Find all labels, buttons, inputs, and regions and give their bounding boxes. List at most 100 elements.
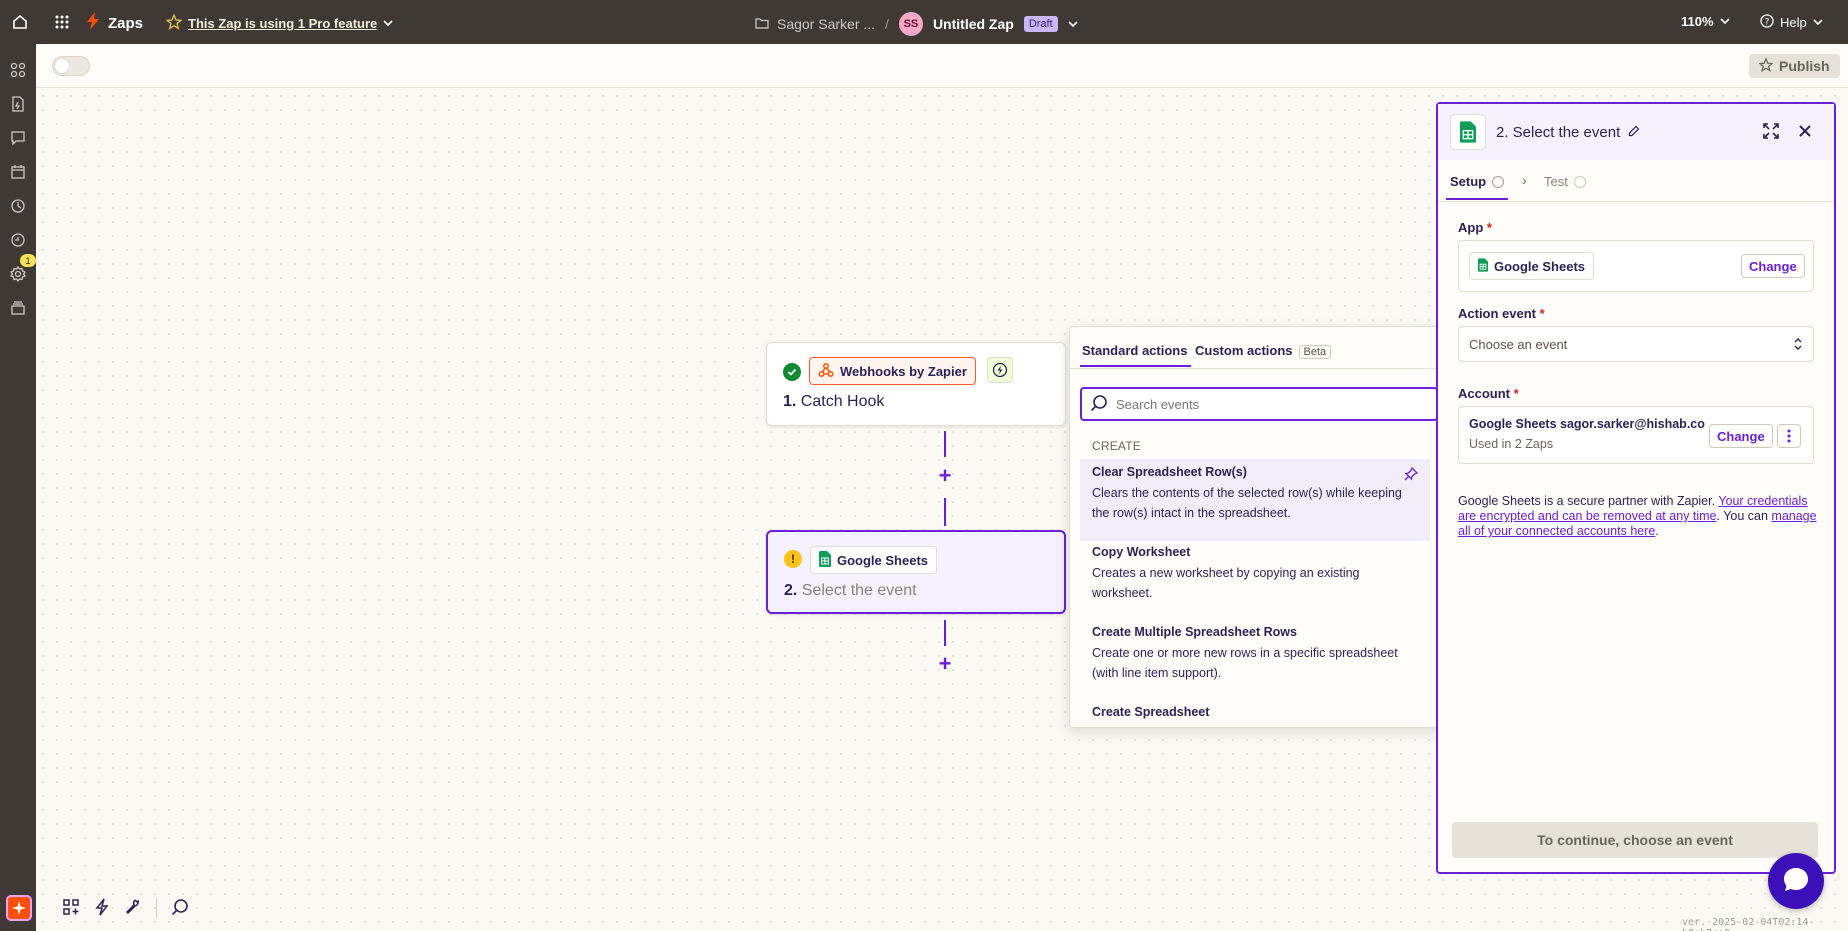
action-event-select[interactable]: Choose an event — [1458, 326, 1814, 362]
layers-icon[interactable] — [8, 298, 28, 318]
panel-title[interactable]: 2. Select the event — [1496, 124, 1640, 141]
help-menu[interactable]: ? Help — [1760, 14, 1823, 31]
connector-line — [944, 620, 946, 646]
google-sheets-icon — [1450, 114, 1486, 150]
event-list: CREATE Clear Spreadsheet Row(s) Clears t… — [1070, 431, 1436, 727]
home-icon[interactable] — [8, 10, 32, 34]
star-icon — [165, 13, 183, 33]
pin-icon[interactable] — [1404, 466, 1419, 484]
star-icon — [1758, 56, 1774, 75]
continue-button[interactable]: To continue, choose an event — [1452, 822, 1818, 858]
panel-header: 2. Select the event — [1438, 104, 1834, 160]
add-step-button[interactable]: + — [936, 465, 954, 487]
step2-app-name: Google Sheets — [837, 552, 929, 568]
google-sheets-icon — [1478, 257, 1488, 275]
change-account-button[interactable]: Change — [1709, 424, 1773, 448]
left-rail: 1 — [0, 44, 36, 931]
app-field: Google Sheets Change — [1458, 240, 1814, 292]
chat-bubble-icon — [1781, 865, 1811, 898]
step-card-trigger[interactable]: Webhooks by Zapier 1. Catch Hook — [766, 342, 1066, 426]
tab-test[interactable]: Test — [1544, 174, 1586, 189]
copilot-icon[interactable] — [6, 895, 32, 921]
security-notice-text: . — [1655, 524, 1659, 538]
selected-app-chip: Google Sheets — [1469, 252, 1595, 280]
chat-icon[interactable] — [8, 128, 28, 148]
event-option-desc: Create one or more new rows in a specifi… — [1092, 646, 1398, 680]
folder-link[interactable]: Sagor Sarker ... — [755, 16, 875, 32]
chevron-down-icon[interactable] — [1068, 16, 1078, 32]
wrench-icon[interactable] — [124, 898, 142, 919]
event-option[interactable]: Create Spreadsheet — [1080, 699, 1430, 727]
publish-button[interactable]: Publish — [1749, 54, 1840, 78]
app-field-label: App * — [1458, 220, 1492, 235]
zoom-control[interactable]: 110% — [1681, 14, 1730, 29]
chevron-down-icon — [1719, 14, 1730, 29]
avatar[interactable]: SS — [898, 12, 923, 36]
settings-icon[interactable] — [8, 264, 28, 284]
account-field: Google Sheets sagor.sarker@hishab.co Use… — [1458, 406, 1814, 464]
action-event-label-text: Action event — [1458, 306, 1537, 321]
expand-icon[interactable] — [1762, 122, 1780, 143]
required-mark: * — [1513, 386, 1519, 401]
publish-label: Publish — [1779, 58, 1830, 74]
help-label: Help — [1780, 15, 1807, 30]
change-app-button[interactable]: Change — [1741, 254, 1805, 278]
section-header-create: CREATE — [1092, 439, 1141, 453]
event-option[interactable]: Copy Worksheet Creates a new worksheet b… — [1080, 539, 1430, 609]
event-option-title: Create Multiple Spreadsheet Rows — [1092, 625, 1297, 639]
tab-setup-label: Setup — [1450, 174, 1487, 189]
incomplete-status-icon — [1492, 175, 1505, 188]
account-label-text: Account — [1458, 386, 1510, 401]
add-step-button[interactable]: + — [936, 653, 954, 675]
bolt-icon[interactable] — [94, 898, 110, 919]
close-icon[interactable] — [1796, 122, 1814, 143]
clock-icon[interactable] — [8, 196, 28, 216]
security-notice: Google Sheets is a secure partner with Z… — [1458, 494, 1818, 539]
chevron-down-icon — [383, 16, 393, 31]
add-app-grid-icon[interactable] — [62, 898, 80, 919]
event-search-box[interactable] — [1080, 387, 1438, 421]
more-options-icon[interactable] — [1777, 424, 1801, 448]
zap-on-off-toggle[interactable] — [52, 56, 90, 76]
connector-line — [944, 431, 946, 457]
zap-name[interactable]: Untitled Zap — [933, 16, 1014, 32]
zaps-brand[interactable]: Zaps — [86, 12, 143, 34]
event-option[interactable]: Create Multiple Spreadsheet Rows Create … — [1080, 619, 1430, 689]
breadcrumb-separator: / — [885, 16, 889, 32]
search-icon[interactable] — [171, 898, 189, 919]
action-event-placeholder: Choose an event — [1469, 336, 1568, 352]
event-option-desc: Clears the contents of the selected row(… — [1092, 486, 1402, 520]
apps-icon[interactable] — [8, 60, 28, 80]
pencil-icon[interactable] — [1628, 124, 1640, 141]
step-card-action[interactable]: ! Google Sheets 2. Select the event — [766, 530, 1066, 614]
step2-number: 2. — [784, 582, 798, 599]
apps-grid-icon[interactable] — [50, 10, 74, 34]
folder-icon — [755, 16, 769, 32]
step2-title: 2. Select the event — [784, 582, 917, 600]
action-event-label: Action event * — [1458, 306, 1545, 321]
chevron-down-icon — [1813, 15, 1823, 30]
calendar-icon[interactable] — [8, 162, 28, 182]
tab-custom-actions[interactable]: Custom actions Beta — [1195, 343, 1332, 359]
version-label: ver. 2025-02-04T02:14-b8eb7ca0 — [1682, 917, 1815, 931]
beta-badge: Beta — [1298, 345, 1332, 359]
pro-feature-notice[interactable]: This Zap is using 1 Pro feature — [165, 13, 393, 33]
zap-file-icon[interactable] — [8, 94, 28, 114]
warning-icon: ! — [784, 550, 802, 568]
support-chat-button[interactable] — [1768, 853, 1824, 909]
folder-name: Sagor Sarker ... — [777, 16, 876, 32]
history-icon[interactable] — [8, 230, 28, 250]
required-mark: * — [1539, 306, 1545, 321]
event-option-desc: Creates a new worksheet by copying an ex… — [1092, 566, 1360, 600]
required-mark: * — [1486, 220, 1492, 235]
step1-title-text: Catch Hook — [800, 393, 885, 410]
event-search-input[interactable] — [1116, 396, 1416, 412]
select-arrows-icon — [1793, 336, 1803, 355]
zoom-value: 110% — [1681, 14, 1714, 29]
svg-text:?: ? — [1765, 18, 1770, 28]
webhook-icon — [818, 362, 834, 381]
tab-standard-actions[interactable]: Standard actions — [1079, 343, 1192, 367]
event-option[interactable]: Clear Spreadsheet Row(s) Clears the cont… — [1080, 459, 1430, 541]
tab-setup[interactable]: Setup — [1445, 174, 1509, 200]
app-chip-webhooks: Webhooks by Zapier — [809, 357, 976, 385]
